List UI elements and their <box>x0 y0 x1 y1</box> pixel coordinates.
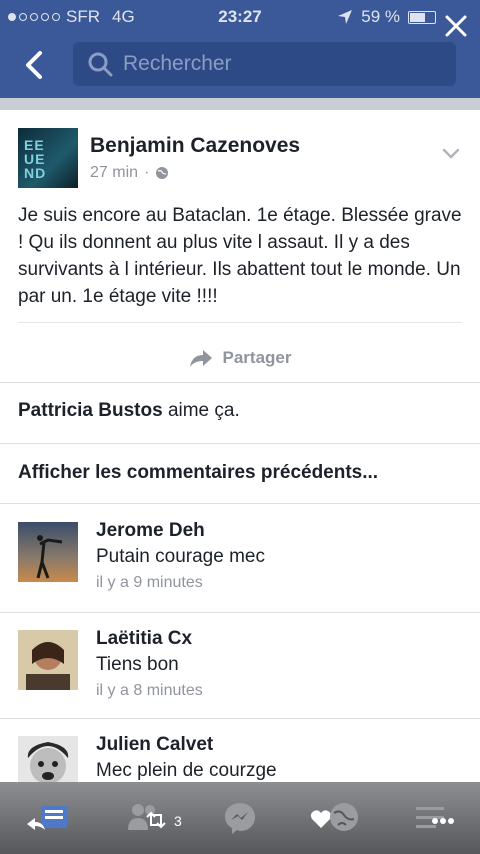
share-icon <box>189 350 212 367</box>
top-bar: SFR 4G 23:27 59 % Rechercher <box>0 0 480 98</box>
globe-icon <box>156 167 169 179</box>
battery-icon <box>408 10 436 24</box>
comment-text: Putain courage mec <box>96 546 265 567</box>
meta-dot: · <box>144 164 150 181</box>
comment-separator <box>0 612 480 613</box>
battery-percent: 59 % <box>361 7 400 26</box>
likes-summary[interactable]: Pattricia Bustos aime ça. <box>18 400 240 422</box>
post-time[interactable]: 27 min <box>90 164 138 182</box>
section-separator <box>0 382 480 383</box>
author-avatar[interactable]: EE UE ND <box>18 128 78 188</box>
post-meta: 27 min · <box>90 164 169 182</box>
comment-text: Mec plein de courzge <box>96 760 277 781</box>
chevron-down-icon[interactable] <box>440 142 462 164</box>
comment: Jerome Deh Putain courage mec il y a 9 m… <box>0 506 480 612</box>
comment-time: il y a 8 minutes <box>96 682 203 699</box>
post-body: Je suis encore au Bataclan. 1e étage. Bl… <box>18 205 462 307</box>
share-button[interactable]: Partager <box>0 336 480 380</box>
post-header: EE UE ND Benjamin Cazenoves 27 min · <box>18 128 462 190</box>
commenter-name[interactable]: Laëtitia Cx <box>96 628 192 650</box>
close-icon[interactable] <box>442 12 470 40</box>
news-feed-icon <box>27 806 67 830</box>
retweet-count: 3 <box>174 813 182 829</box>
comment-separator <box>0 718 480 719</box>
messenger-icon <box>225 803 255 834</box>
post-divider <box>18 322 462 323</box>
globe-icon <box>330 803 358 831</box>
comment: Laëtitia Cx Tiens bon il y a 8 minutes <box>0 614 480 720</box>
comment-text: Tiens bon <box>96 654 179 675</box>
search-input[interactable]: Rechercher <box>73 42 456 86</box>
sub-bar <box>0 98 480 110</box>
tab-notifications[interactable] <box>306 793 366 843</box>
commenter-avatar[interactable] <box>18 630 78 690</box>
location-arrow-icon <box>338 10 353 24</box>
share-label: Partager <box>222 348 292 367</box>
search-placeholder: Rechercher <box>123 52 232 75</box>
tab-friend-requests[interactable]: 3 <box>114 793 182 843</box>
bottom-toolbar: 3 <box>0 782 480 854</box>
navigation-bar: Rechercher <box>0 40 480 90</box>
commenter-name[interactable]: Julien Calvet <box>96 734 213 756</box>
status-right: 59 % <box>337 7 436 27</box>
commenter-name[interactable]: Jerome Deh <box>96 520 205 542</box>
tab-messenger[interactable] <box>210 793 270 843</box>
show-previous-comments-link[interactable]: Afficher les commentaires précédents... <box>18 462 378 484</box>
search-icon <box>88 52 113 77</box>
commenter-avatar[interactable] <box>18 522 78 582</box>
likes-suffix: aime ça. <box>167 400 240 421</box>
retweet-icon <box>146 811 166 829</box>
tab-more[interactable] <box>402 793 462 843</box>
ellipsis-icon <box>432 818 454 824</box>
section-separator <box>0 443 480 444</box>
author-name[interactable]: Benjamin Cazenoves <box>90 134 300 158</box>
comment-time: il y a 9 minutes <box>96 574 203 591</box>
liker-name[interactable]: Pattricia Bustos <box>18 400 163 421</box>
section-separator <box>0 503 480 504</box>
status-bar: SFR 4G 23:27 59 % <box>0 0 480 34</box>
tab-news-feed[interactable] <box>18 793 78 843</box>
post-card: EE UE ND Benjamin Cazenoves 27 min · Je su… <box>0 110 480 810</box>
back-chevron-icon[interactable] <box>18 48 52 82</box>
